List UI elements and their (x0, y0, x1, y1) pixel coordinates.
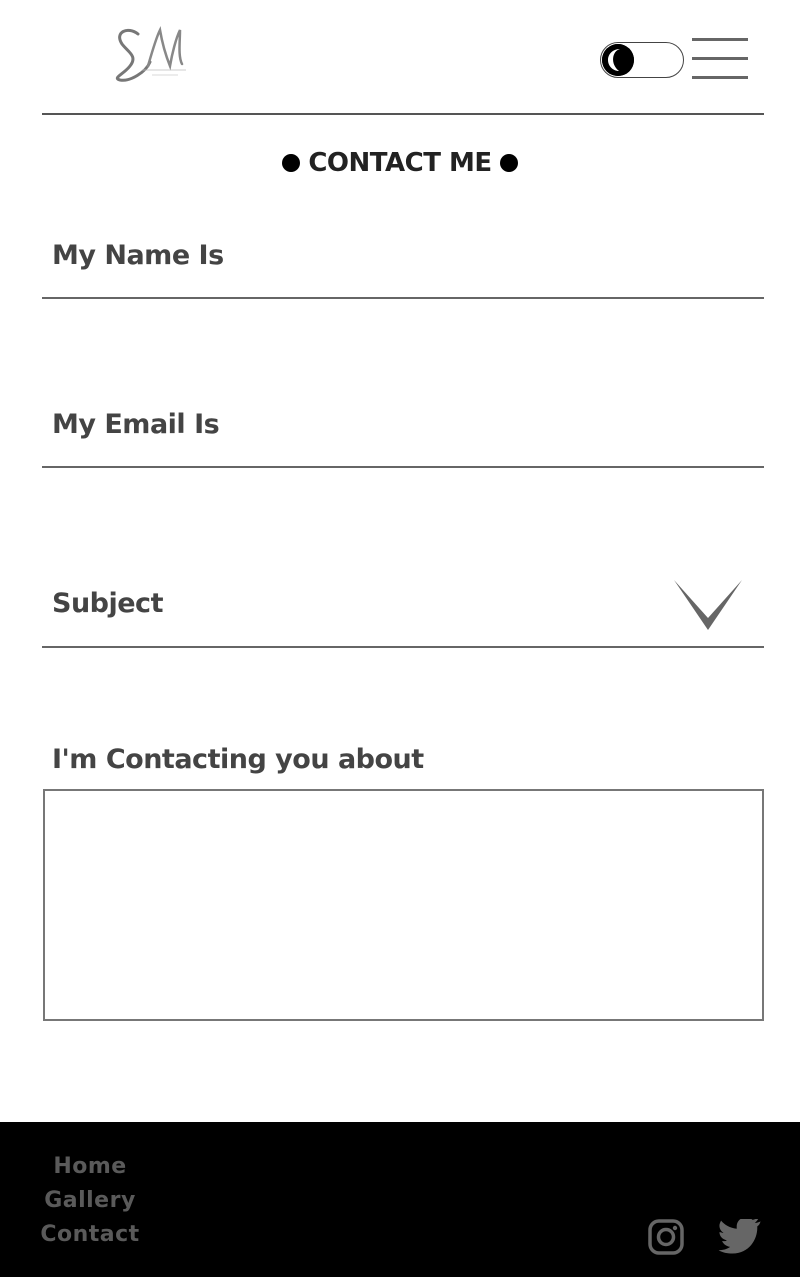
moon-icon (602, 44, 634, 76)
footer-link-gallery[interactable]: Gallery (0, 1188, 180, 1213)
subject-underline (42, 646, 764, 648)
hamburger-menu-icon[interactable] (692, 38, 748, 82)
logo[interactable] (108, 22, 192, 86)
name-underline (42, 297, 764, 299)
page-title-text: CONTACT ME (308, 148, 492, 178)
footer-link-contact[interactable]: Contact (0, 1222, 180, 1247)
email-underline (42, 466, 764, 468)
subject-select[interactable] (42, 596, 662, 646)
footer: Home Gallery Contact (0, 1122, 800, 1277)
message-label: I'm Contacting you about (52, 744, 424, 775)
footer-link-home[interactable]: Home (0, 1154, 180, 1179)
bullet-dot-icon (282, 154, 301, 172)
header-divider (42, 113, 764, 115)
message-textarea[interactable] (43, 789, 764, 1021)
bullet-dot-icon (499, 154, 518, 172)
contact-page: CONTACT ME My Name Is My Email Is Subjec… (0, 0, 800, 1277)
chevron-down-icon[interactable] (672, 578, 744, 632)
email-input[interactable] (42, 417, 768, 469)
twitter-icon[interactable] (714, 1217, 766, 1259)
theme-toggle[interactable] (600, 42, 684, 78)
page-title: CONTACT ME (0, 148, 800, 178)
instagram-icon[interactable] (648, 1219, 684, 1259)
name-input[interactable] (42, 248, 768, 300)
